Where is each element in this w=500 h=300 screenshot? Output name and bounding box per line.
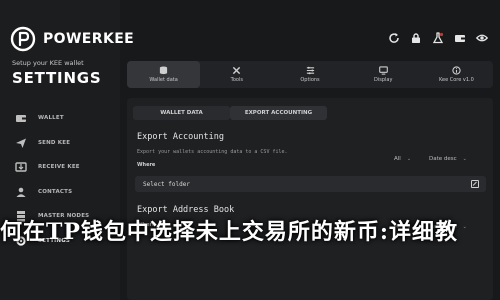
folder-icon xyxy=(471,180,479,188)
database-icon xyxy=(159,66,168,75)
brand-logo: POWERKEE xyxy=(10,26,134,52)
tab-label: Display xyxy=(373,77,393,83)
chevron-down-icon: ⌄ xyxy=(406,156,412,162)
info-icon xyxy=(452,66,461,75)
brand-name: POWERKEE xyxy=(43,31,135,47)
tab-options[interactable]: Options xyxy=(273,61,346,88)
tab-kee-core[interactable]: Kee Core v1.0 xyxy=(420,61,493,88)
export-accounting-sort-select[interactable]: Date desc ⌄ xyxy=(429,156,467,162)
flask-icon[interactable] xyxy=(430,30,446,46)
tab-wallet-data[interactable]: Wallet data xyxy=(127,61,201,88)
refresh-icon[interactable] xyxy=(386,30,402,46)
eye-icon[interactable] xyxy=(474,30,490,46)
sidebar-item-receive-kee[interactable]: RECEIVE KEE xyxy=(14,155,118,180)
sidebar-item-wallet[interactable]: WALLET xyxy=(14,106,118,131)
lock-icon[interactable] xyxy=(408,30,424,46)
page-title: SETTINGS xyxy=(12,69,102,87)
sidebar-item-label: WALLET xyxy=(38,115,64,122)
settings-panel: WALLET DATA EXPORT ACCOUNTING Export Acc… xyxy=(127,98,493,300)
tab-label: Tools xyxy=(230,77,243,83)
tab-wallet-data-inner[interactable]: WALLET DATA xyxy=(133,106,230,120)
top-icon-bar xyxy=(380,30,490,46)
sort-value: Date desc xyxy=(429,156,457,162)
sidebar: POWERKEE Setup your KEE wallet SETTINGS … xyxy=(0,0,134,300)
wallet-icon xyxy=(14,111,28,125)
export-accounting-where-label: Where xyxy=(137,162,156,168)
contacts-icon xyxy=(14,185,28,199)
select-folder-label: Select folder xyxy=(143,180,190,188)
options-icon xyxy=(306,66,314,75)
receive-icon xyxy=(14,160,28,174)
chevron-down-icon: ⌄ xyxy=(462,156,467,162)
sidebar-item-send-kee[interactable]: SEND KEE xyxy=(14,131,118,156)
select-folder-button[interactable]: Select folder xyxy=(135,176,486,192)
tab-label: Kee Core v1.0 xyxy=(438,77,474,83)
sidebar-item-contacts[interactable]: CONTACTS xyxy=(14,180,118,205)
tab-display[interactable]: Display xyxy=(347,61,420,88)
sidebar-item-label: RECEIVE KEE xyxy=(38,164,80,171)
wallet-icon[interactable] xyxy=(452,30,468,46)
tools-icon xyxy=(233,66,241,75)
tab-label: Options xyxy=(300,77,320,83)
tab-tools[interactable]: Tools xyxy=(200,61,273,88)
tab-label: Wallet data xyxy=(149,77,178,83)
export-accounting-title: Export Accounting xyxy=(137,132,224,142)
filter-value: All xyxy=(394,156,401,162)
top-tab-bar: Wallet data Tools Options Display Kee Co… xyxy=(127,61,493,88)
send-icon xyxy=(14,136,28,150)
display-icon xyxy=(378,66,388,75)
export-accounting-filter-select[interactable]: All ⌄ xyxy=(394,156,411,162)
powerkee-logo-icon xyxy=(10,26,36,52)
inner-tab-bar: WALLET DATA EXPORT ACCOUNTING xyxy=(133,106,327,120)
sidebar-item-label: SEND KEE xyxy=(38,139,71,146)
sidebar-item-label: CONTACTS xyxy=(38,188,73,195)
tab-export-accounting[interactable]: EXPORT ACCOUNTING xyxy=(230,106,327,120)
overlay-caption: 何在TP钱包中选择未上交易所的新币:详细教 xyxy=(0,219,459,245)
sidebar-subtitle: Setup your KEE wallet xyxy=(12,59,84,67)
export-accounting-description: Export your wallets accounting data to a… xyxy=(137,149,288,155)
